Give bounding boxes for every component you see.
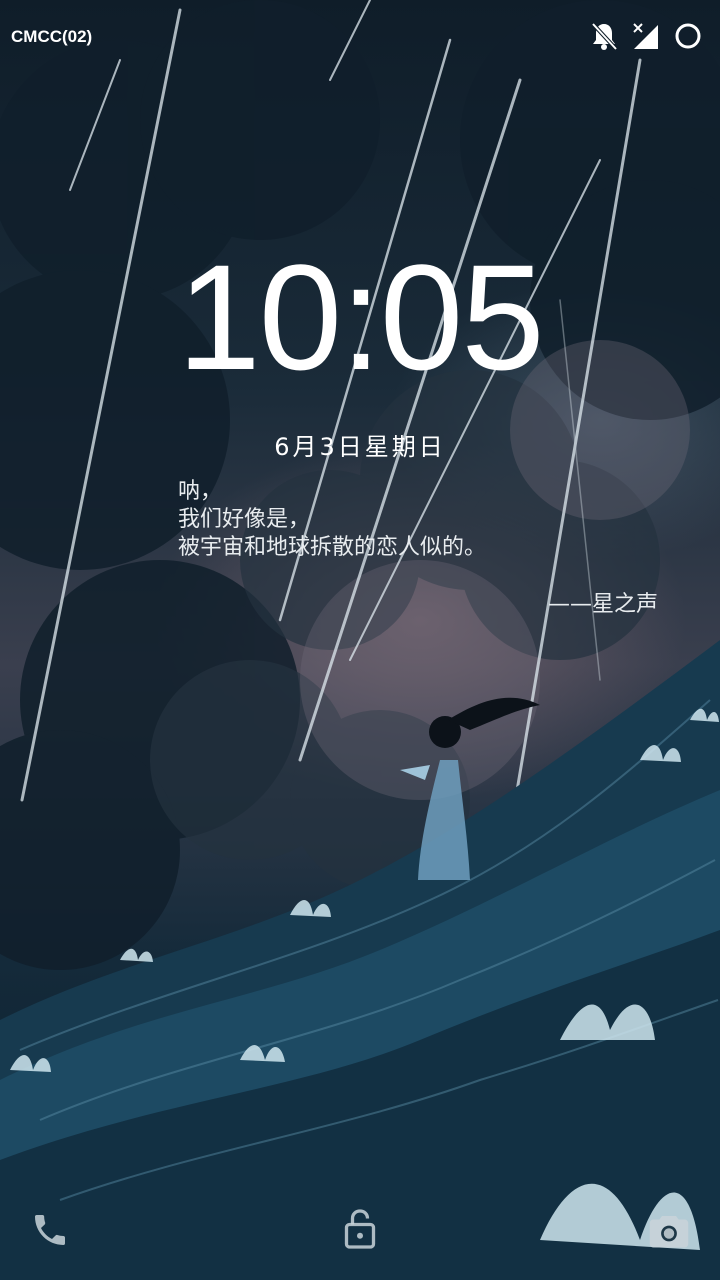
lock-quote: 呐， 我们好像是， 被宇宙和地球拆散的恋人似的。	[178, 478, 658, 562]
carrier-label: CMCC(02)	[11, 27, 93, 46]
lock-clock: 10:05	[177, 233, 544, 401]
wallpaper-image	[0, 0, 720, 1280]
status-bar: CMCC(02)	[0, 0, 720, 72]
unlock-icon[interactable]	[342, 1208, 378, 1250]
lock-date: 6月3日星期日	[274, 433, 446, 461]
camera-icon[interactable]	[648, 1210, 690, 1250]
quote-line: 我们好像是，	[178, 507, 311, 532]
circle-icon	[675, 23, 701, 49]
phone-icon[interactable]	[30, 1210, 70, 1250]
quote-author: ——星之声	[547, 592, 658, 617]
status-icons	[590, 20, 702, 52]
lock-screen: CMCC(02) 10:05 6月3日星期日 呐， 我们好像是， 被宇宙和地球拆…	[0, 0, 720, 1280]
quote-line: 呐，	[178, 479, 223, 504]
no-signal-icon	[633, 23, 658, 49]
notifications-off-icon	[591, 22, 618, 51]
quote-line: 被宇宙和地球拆散的恋人似的。	[178, 535, 487, 560]
